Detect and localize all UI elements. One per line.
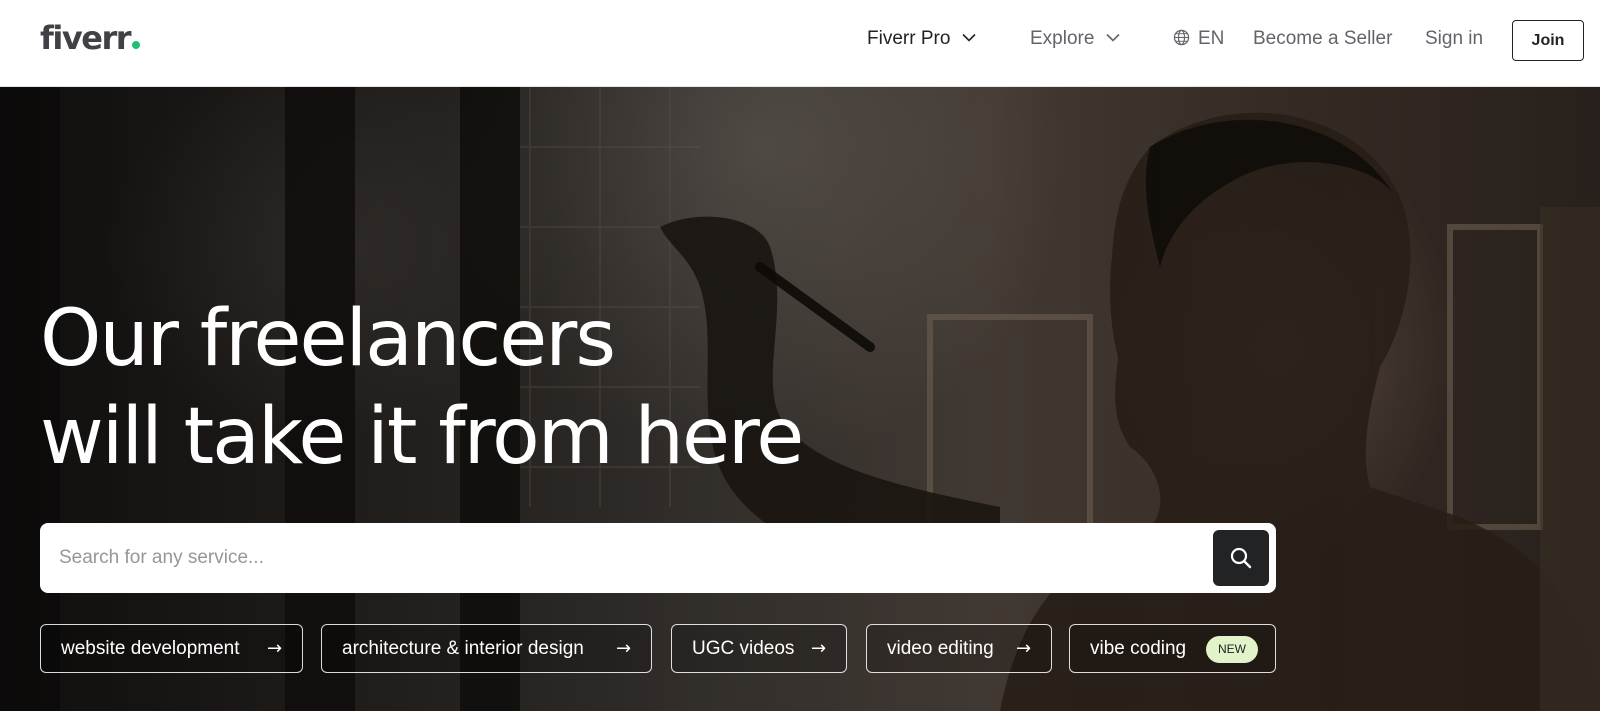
logo-dot-icon	[132, 41, 141, 49]
arrow-right-icon: →	[811, 638, 827, 659]
chip-vibe-coding[interactable]: vibe coding NEW	[1069, 624, 1276, 673]
nav-explore[interactable]: Explore	[1030, 27, 1120, 51]
hero-section: Our freelancers will take it from here w…	[0, 87, 1600, 711]
search-bar	[40, 523, 1276, 593]
arrow-right-icon: →	[1016, 638, 1032, 659]
hero-headline: Our freelancers will take it from here	[40, 290, 804, 486]
chip-label: vibe coding	[1090, 638, 1187, 659]
globe-icon	[1173, 29, 1190, 46]
nav-become-seller[interactable]: Become a Seller	[1253, 27, 1392, 51]
chip-ugc-videos[interactable]: UGC videos →	[671, 624, 847, 673]
chip-video-editing[interactable]: video editing →	[866, 624, 1052, 673]
join-button[interactable]: Join	[1512, 20, 1584, 61]
arrow-right-icon: →	[616, 638, 632, 659]
chip-website-development[interactable]: website development →	[40, 624, 303, 673]
chevron-down-icon	[962, 33, 976, 42]
search-input[interactable]	[40, 523, 1190, 593]
nav-language-label: EN	[1198, 28, 1225, 49]
logo-text: fiverr	[40, 19, 132, 57]
new-badge: NEW	[1206, 636, 1258, 663]
chevron-down-icon	[1106, 33, 1120, 42]
search-icon	[1230, 547, 1252, 569]
chip-label: UGC videos	[692, 638, 795, 659]
nav-fiverr-pro-label: Fiverr Pro	[867, 28, 951, 49]
chip-label: website development	[61, 638, 240, 659]
nav-sign-in[interactable]: Sign in	[1425, 27, 1483, 51]
chip-label: architecture & interior design	[342, 638, 584, 659]
top-header: fiverr Fiverr Pro Explore EN Become a Se…	[0, 0, 1600, 87]
chip-architecture-interior-design[interactable]: architecture & interior design →	[321, 624, 652, 673]
fiverr-logo[interactable]: fiverr	[40, 18, 141, 58]
nav-explore-label: Explore	[1030, 28, 1095, 49]
nav-fiverr-pro[interactable]: Fiverr Pro	[867, 27, 976, 51]
arrow-right-icon: →	[267, 638, 283, 659]
search-button[interactable]	[1213, 530, 1269, 586]
nav-language[interactable]: EN	[1173, 27, 1224, 51]
headline-line-2: will take it from here	[40, 392, 804, 482]
headline-line-1: Our freelancers	[40, 294, 616, 384]
chip-label: video editing	[887, 638, 994, 659]
